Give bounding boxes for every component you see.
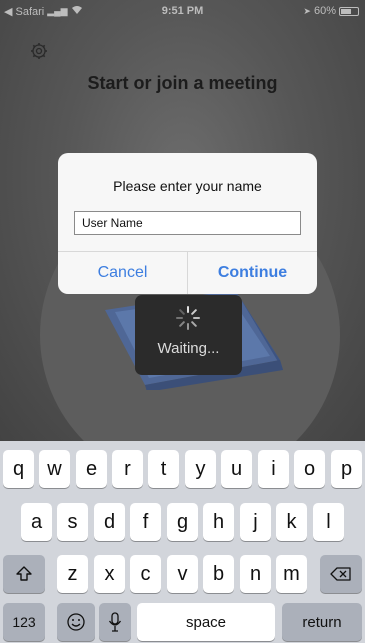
key-h[interactable]: h (203, 503, 234, 541)
key-y[interactable]: y (185, 450, 216, 488)
key-r[interactable]: r (112, 450, 143, 488)
name-input[interactable] (74, 211, 301, 235)
status-bar: ◀ Safari ▂▄▆ 9:51 PM ➤ 60% (0, 0, 365, 20)
waiting-indicator: Waiting... (135, 295, 242, 375)
cancel-button[interactable]: Cancel (58, 252, 187, 294)
waiting-label: Waiting... (157, 340, 220, 357)
battery-icon (339, 6, 359, 16)
microphone-icon (108, 612, 122, 632)
return-key[interactable]: return (282, 603, 362, 641)
key-q[interactable]: q (3, 450, 34, 488)
gear-icon[interactable] (30, 42, 48, 60)
key-l[interactable]: l (313, 503, 344, 541)
status-right: ➤ 60% (303, 5, 359, 17)
key-e[interactable]: e (76, 450, 107, 488)
emoji-key[interactable] (57, 603, 95, 641)
key-b[interactable]: b (203, 555, 234, 593)
page-title: Start or join a meeting (87, 73, 278, 93)
key-o[interactable]: o (294, 450, 325, 488)
dictation-key[interactable] (99, 603, 131, 641)
dialog-title: Please enter your name (113, 178, 262, 194)
key-n[interactable]: n (240, 555, 271, 593)
numbers-key[interactable]: 123 (3, 603, 45, 641)
delete-icon (330, 567, 351, 581)
key-z[interactable]: z (57, 555, 88, 593)
delete-key[interactable] (320, 555, 362, 593)
name-dialog: Please enter your name Cancel Continue (58, 153, 317, 294)
key-c[interactable]: c (130, 555, 161, 593)
shift-key[interactable] (3, 555, 45, 593)
key-k[interactable]: k (276, 503, 307, 541)
key-a[interactable]: a (21, 503, 52, 541)
loading-spinner-icon (176, 306, 200, 330)
battery-percent: 60% (313, 5, 336, 17)
key-x[interactable]: x (94, 555, 125, 593)
location-icon: ➤ (303, 5, 311, 16)
keyboard: q w e r t y u i o p a s d f g h j k l z … (0, 441, 365, 643)
key-i[interactable]: i (258, 450, 289, 488)
emoji-icon (67, 613, 85, 631)
key-d[interactable]: d (94, 503, 125, 541)
key-t[interactable]: t (148, 450, 179, 488)
key-s[interactable]: s (57, 503, 88, 541)
key-v[interactable]: v (167, 555, 198, 593)
key-j[interactable]: j (240, 503, 271, 541)
key-g[interactable]: g (167, 503, 198, 541)
key-w[interactable]: w (39, 450, 70, 488)
zoom-app-screen: ◀ Safari ▂▄▆ 9:51 PM ➤ 60% Start or join… (0, 0, 365, 441)
continue-button[interactable]: Continue (188, 252, 317, 294)
space-key[interactable]: space (137, 603, 275, 641)
key-f[interactable]: f (130, 503, 161, 541)
key-u[interactable]: u (221, 450, 252, 488)
key-p[interactable]: p (331, 450, 362, 488)
key-m[interactable]: m (276, 555, 307, 593)
shift-icon (16, 566, 32, 581)
